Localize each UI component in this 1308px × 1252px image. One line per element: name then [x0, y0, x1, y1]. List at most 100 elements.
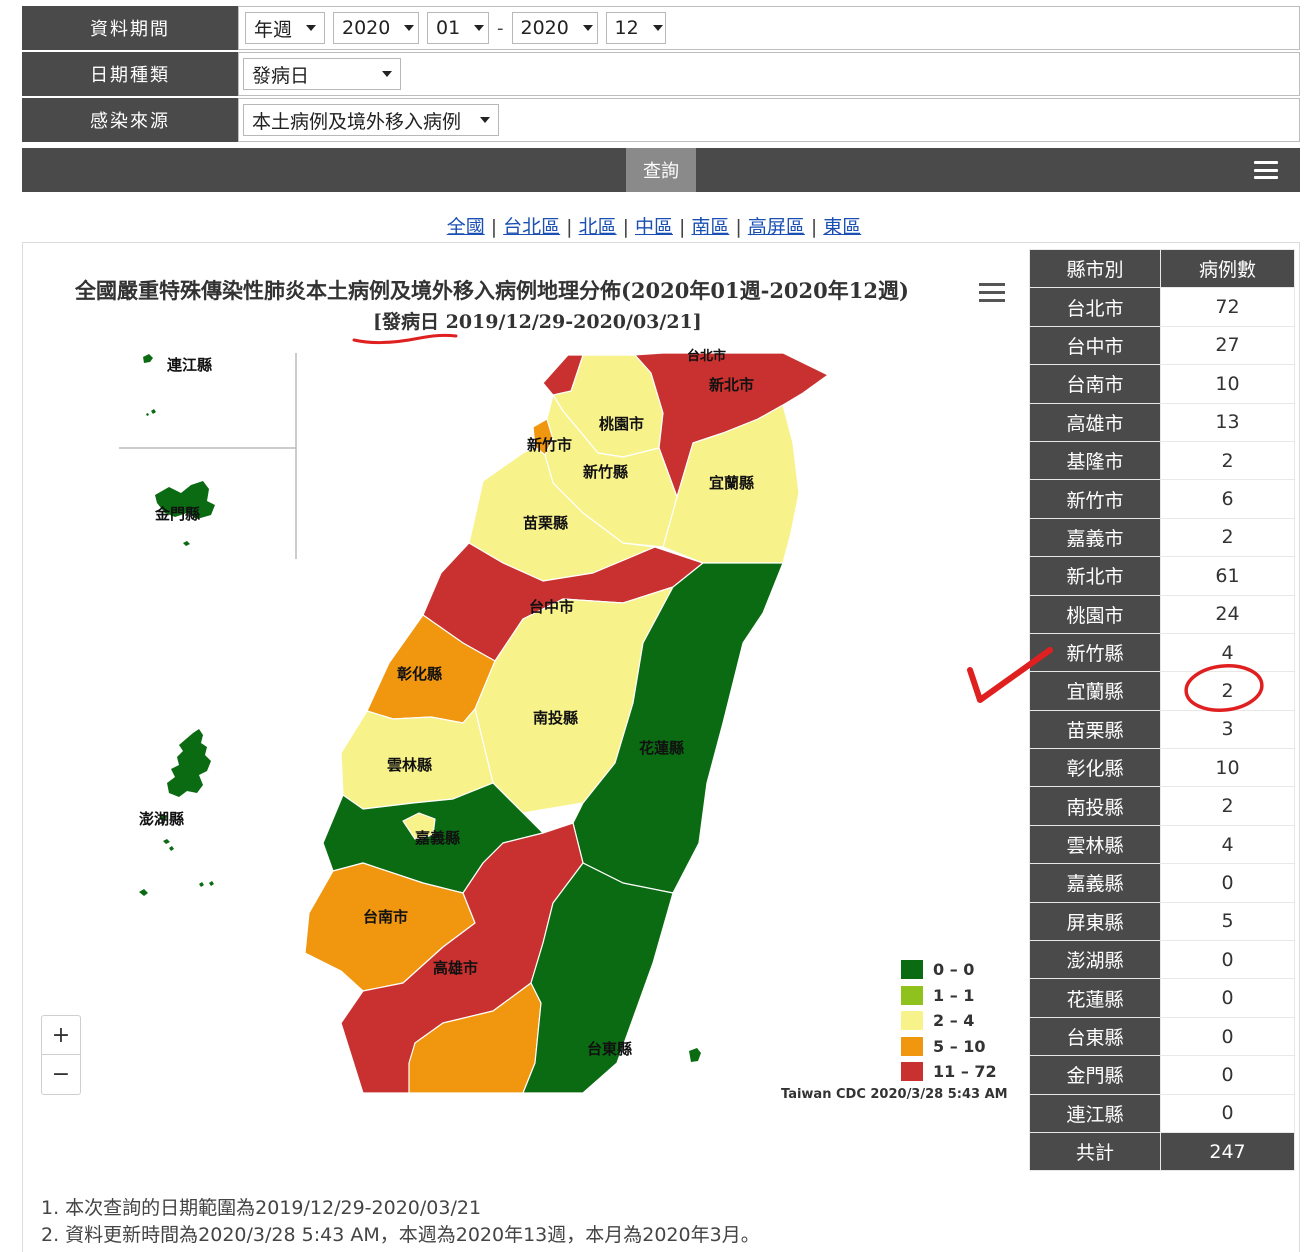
source-select[interactable]: 本土病例及境外移入病例 [243, 104, 499, 136]
date-type-cell: 發病日 [238, 52, 1300, 96]
period-type-select[interactable]: 年週 [245, 12, 325, 44]
legend-item: 11 – 72 [901, 1059, 997, 1085]
count-cell: 4 [1160, 632, 1295, 673]
county-cell: 金門縣 [1029, 1055, 1161, 1095]
region-links: 全國 | 台北區 | 北區 | 中區 | 南區 | 高屏區 | 東區 [0, 212, 1308, 239]
zoom-in-button[interactable]: + [42, 1016, 80, 1055]
count-cell: 5 [1160, 901, 1295, 942]
caret-down-icon [306, 25, 316, 31]
label-hualien: 花蓮縣 [639, 739, 684, 757]
county-cell: 連江縣 [1029, 1093, 1161, 1133]
table-row: 彰化縣 10 [1029, 748, 1295, 788]
county-cell: 澎湖縣 [1029, 940, 1161, 980]
end-year-select[interactable]: 2020 [511, 12, 598, 44]
separator: | [490, 216, 498, 238]
region-link-south[interactable]: 南區 [691, 216, 729, 238]
date-type-row: 日期種類 發病日 [22, 52, 1300, 96]
label-kaohsiung: 高雄市 [433, 959, 478, 977]
hamburger-menu-icon[interactable] [1254, 161, 1278, 179]
zoom-out-button[interactable]: − [42, 1055, 80, 1094]
source-cell: 本土病例及境外移入病例 [238, 98, 1300, 142]
legend-swatch [901, 960, 923, 980]
county-cell: 苗栗縣 [1029, 709, 1161, 750]
map-subtitle: [發病日 2019/12/29-2020/03/21] [373, 311, 702, 333]
county-taitung-island [689, 1048, 701, 1062]
separator: | [810, 216, 818, 238]
label-taoyuan: 桃園市 [599, 415, 644, 433]
table-row: 嘉義縣 0 [1029, 863, 1295, 903]
table-row: 澎湖縣 0 [1029, 940, 1295, 980]
note-line: 2. 資料更新時間為2020/3/28 5:43 AM，本週為2020年13週，… [41, 1224, 760, 1246]
start-week-select[interactable]: 01 [427, 12, 489, 44]
table-row: 台南市 10 [1029, 364, 1295, 404]
county-cell: 基隆市 [1029, 440, 1161, 481]
county-cell: 嘉義市 [1029, 517, 1161, 558]
label-taichung: 台中市 [529, 598, 574, 616]
table-row: 花蓮縣 0 [1029, 978, 1295, 1018]
result-panel: 連江縣 金門縣 澎湖縣 台北市 新北市 桃園市 新竹市 新竹縣 宜蘭縣 苗栗縣 … [22, 242, 1300, 1252]
separator: | [679, 216, 686, 238]
table-row: 屏東縣 5 [1029, 901, 1295, 942]
caret-down-icon [404, 25, 415, 31]
end-year-value: 2020 [520, 17, 569, 39]
period-row: 資料期間 年週 2020 01 - 2020 12 [22, 6, 1300, 50]
region-link-north[interactable]: 北區 [579, 216, 617, 238]
table-row: 金門縣 0 [1029, 1055, 1295, 1095]
start-year-select[interactable]: 2020 [333, 12, 419, 44]
table-row: 基隆市 2 [1029, 440, 1295, 481]
legend-item: 0 – 0 [901, 957, 997, 983]
cases-table: 縣市別 病例數 台北市 72 台中市 27 台南市 10 高雄市 13 基隆市 2 新竹市 6 嘉義市 2… [1029, 248, 1295, 1172]
count-cell: 24 [1160, 594, 1295, 634]
date-type-select[interactable]: 發病日 [243, 58, 401, 90]
chart-menu-icon[interactable] [979, 283, 1005, 303]
table-row: 新竹縣 4 [1029, 632, 1295, 673]
count-cell: 0 [1160, 940, 1295, 980]
table-row: 高雄市 13 [1029, 402, 1295, 442]
map-credits: Taiwan CDC 2020/3/28 5:43 AM [781, 1087, 1008, 1102]
count-cell: 13 [1160, 402, 1295, 442]
county-cell: 雲林縣 [1029, 824, 1161, 865]
count-cell: 10 [1160, 364, 1295, 404]
region-link-east[interactable]: 東區 [823, 216, 861, 238]
legend-swatch [901, 1036, 923, 1056]
query-button[interactable]: 查詢 [626, 148, 696, 192]
table-row: 桃園市 24 [1029, 594, 1295, 634]
legend-item: 5 – 10 [901, 1034, 997, 1060]
label-kinmen: 金門縣 [154, 505, 200, 523]
source-label: 感染來源 [22, 98, 238, 142]
county-cell: 台東縣 [1029, 1016, 1161, 1057]
count-cell: 72 [1160, 287, 1295, 327]
query-form: 資料期間 年週 2020 01 - 2020 12 日期種類 發病日 感染來源 … [22, 6, 1300, 144]
legend-swatch [901, 1011, 923, 1031]
count-cell: 27 [1160, 325, 1295, 366]
taiwan-map[interactable]: 連江縣 金門縣 澎湖縣 台北市 新北市 桃園市 新竹市 新竹縣 宜蘭縣 苗栗縣 … [23, 243, 1023, 1123]
region-link-kaoping[interactable]: 高屏區 [748, 216, 805, 238]
caret-down-icon [652, 25, 663, 31]
table-row: 台北市 72 [1029, 287, 1295, 327]
county-column-header: 縣市別 [1029, 248, 1161, 289]
map-title: 全國嚴重特殊傳染性肺炎本土病例及境外移入病例地理分佈(2020年01週-2020… [75, 278, 909, 303]
county-cell: 台南市 [1029, 364, 1161, 404]
region-link-taipei[interactable]: 台北區 [503, 216, 560, 238]
period-label: 資料期間 [22, 6, 238, 50]
count-cell: 2 [1160, 517, 1295, 558]
region-link-national[interactable]: 全國 [447, 216, 485, 238]
end-week-select[interactable]: 12 [605, 12, 666, 44]
count-cell: 0 [1160, 978, 1295, 1018]
legend-swatch [901, 985, 923, 1005]
caret-down-icon [474, 25, 485, 31]
label-changhua: 彰化縣 [397, 665, 442, 683]
region-link-central[interactable]: 中區 [635, 216, 673, 238]
notes: 1. 本次查詢的日期範圍為2019/12/29-2020/03/21 2. 資料… [41, 1195, 760, 1249]
query-bar: 查詢 [22, 148, 1300, 192]
period-type-value: 年週 [254, 18, 293, 41]
table-row: 連江縣 0 [1029, 1093, 1295, 1133]
count-cell: 6 [1160, 479, 1295, 519]
county-cell: 高雄市 [1029, 402, 1161, 442]
legend-item: 2 – 4 [901, 1008, 997, 1034]
count-cell: 0 [1160, 1093, 1295, 1133]
count-cell: 10 [1160, 748, 1295, 788]
table-row: 雲林縣 4 [1029, 824, 1295, 865]
separator: | [566, 216, 573, 238]
count-cell: 2 [1160, 786, 1295, 826]
